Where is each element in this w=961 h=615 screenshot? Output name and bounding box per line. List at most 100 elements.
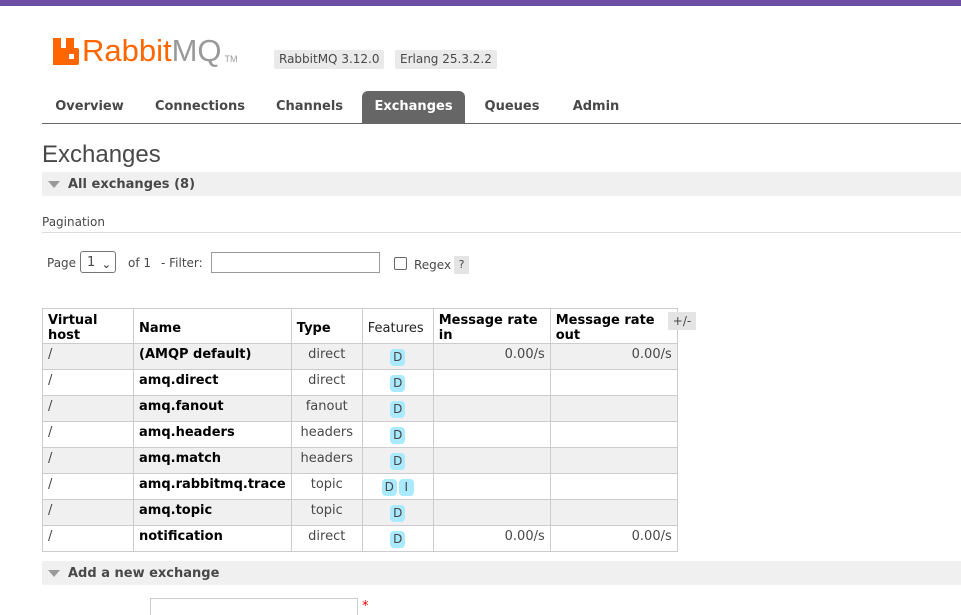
required-marker: * — [362, 599, 369, 614]
filter-input[interactable] — [211, 252, 380, 273]
type-cell: topic — [290, 499, 363, 526]
rate-in-cell — [432, 369, 551, 396]
rate-out-cell: 0.00/s — [549, 525, 678, 552]
add-exchange-heading: Add a new exchange — [68, 565, 220, 581]
feature-badge: D — [390, 505, 406, 522]
features-cell: D — [361, 395, 434, 422]
exchange-name-link[interactable]: amq.direct — [133, 369, 292, 396]
column-header-type[interactable]: Type — [290, 308, 363, 344]
page-title: Exchanges — [42, 141, 161, 168]
feature-badge: D — [390, 349, 406, 366]
features-cell: DI — [361, 473, 434, 500]
rate-out-cell — [549, 395, 678, 422]
exchange-name-link[interactable]: amq.topic — [133, 499, 292, 526]
features-cell: D — [361, 369, 434, 396]
exchange-name-link[interactable]: notification — [133, 525, 292, 552]
rate-out-cell: 0.00/s — [549, 343, 678, 370]
column-header-vhost[interactable]: Virtual host — [42, 308, 134, 344]
add-exchange-section-toggle[interactable]: Add a new exchange — [42, 561, 961, 585]
feature-badge: I — [398, 479, 414, 496]
type-cell: headers — [290, 421, 363, 448]
table-row: / (AMQP default) direct D 0.00/s 0.00/s — [42, 343, 678, 370]
type-cell: headers — [290, 447, 363, 474]
rate-out-cell — [549, 447, 678, 474]
tab-channels[interactable]: Channels — [267, 91, 352, 123]
vhost-cell: / — [42, 343, 134, 370]
page-count-label: of 1 — [128, 256, 152, 270]
table-row: / amq.match headers D — [42, 447, 678, 474]
rate-in-cell: 0.00/s — [432, 343, 551, 370]
regex-label: Regex — [414, 258, 452, 272]
vhost-cell: / — [42, 525, 134, 552]
rabbitmq-version-badge: RabbitMQ 3.12.0 — [274, 50, 385, 69]
regex-help-button[interactable]: ? — [454, 256, 469, 274]
exchange-name-link[interactable]: amq.match — [133, 447, 292, 474]
filter-label: - Filter: — [161, 256, 203, 270]
pagination-controls: Page 1 ⌄ of 1 - Filter: Regex ? — [47, 251, 487, 275]
tab-exchanges[interactable]: Exchanges — [362, 91, 465, 123]
rabbitmq-logo[interactable]: Rabbit MQ TM — [53, 32, 238, 68]
rate-in-cell — [432, 395, 551, 422]
regex-checkbox[interactable] — [394, 257, 407, 270]
exchange-name-input[interactable] — [150, 598, 358, 615]
column-header-rate-in[interactable]: Message rate in — [432, 308, 551, 344]
pagination-divider — [42, 232, 961, 233]
rate-in-cell — [432, 499, 551, 526]
vhost-cell: / — [42, 499, 134, 526]
top-accent-bar — [0, 0, 961, 6]
type-cell: direct — [290, 343, 363, 370]
vhost-cell: / — [42, 395, 134, 422]
table-row: / amq.direct direct D — [42, 369, 678, 396]
rate-in-cell — [432, 473, 551, 500]
rate-out-cell — [549, 499, 678, 526]
rate-out-cell — [549, 473, 678, 500]
exchange-name-link[interactable]: (AMQP default) — [133, 343, 292, 370]
type-cell: topic — [290, 473, 363, 500]
column-header-name[interactable]: Name — [133, 308, 292, 344]
column-toggle-button[interactable]: +/- — [668, 312, 696, 330]
type-cell: fanout — [290, 395, 363, 422]
table-row: / amq.fanout fanout D — [42, 395, 678, 422]
tab-connections[interactable]: Connections — [146, 91, 254, 123]
feature-badge: D — [390, 401, 406, 418]
type-cell: direct — [290, 525, 363, 552]
exchanges-table: Virtual host Name Type Features Message … — [42, 308, 678, 552]
vhost-cell: / — [42, 447, 134, 474]
all-exchanges-section-toggle[interactable]: All exchanges (8) — [42, 172, 961, 196]
collapse-triangle-icon — [48, 180, 60, 188]
features-cell: D — [361, 499, 434, 526]
exchange-name-link[interactable]: amq.rabbitmq.trace — [133, 473, 292, 500]
pagination-label: Pagination — [42, 215, 105, 229]
page-select-value: 1 — [87, 255, 96, 270]
exchange-name-link[interactable]: amq.headers — [133, 421, 292, 448]
logo-text-rabbit: Rabbit — [82, 33, 172, 68]
vhost-cell: / — [42, 421, 134, 448]
type-cell: direct — [290, 369, 363, 396]
features-cell: D — [361, 525, 434, 552]
features-cell: D — [361, 421, 434, 448]
collapse-triangle-icon — [48, 569, 60, 577]
page-select[interactable]: 1 ⌄ — [80, 251, 116, 273]
rate-in-cell: 0.00/s — [432, 525, 551, 552]
tab-overview[interactable]: Overview — [46, 91, 133, 123]
tab-admin[interactable]: Admin — [562, 91, 630, 123]
features-cell: D — [361, 447, 434, 474]
feature-badge: D — [390, 375, 406, 392]
logo-trademark: TM — [224, 54, 238, 64]
tab-queues[interactable]: Queues — [475, 91, 549, 123]
table-row: / amq.rabbitmq.trace topic D I — [42, 473, 678, 500]
vhost-cell: / — [42, 473, 134, 500]
column-header-rate-out[interactable]: Message rate out — [549, 308, 678, 344]
features-cell: D — [361, 343, 434, 370]
chevron-down-icon: ⌄ — [101, 258, 111, 271]
table-row: / amq.headers headers D — [42, 421, 678, 448]
rate-out-cell — [549, 421, 678, 448]
table-row: / amq.topic topic D — [42, 499, 678, 526]
erlang-version-badge: Erlang 25.3.2.2 — [395, 50, 497, 69]
feature-badge: D — [390, 531, 406, 548]
rate-in-cell — [432, 421, 551, 448]
main-nav-tabs: Overview Connections Channels Exchanges … — [42, 91, 961, 124]
exchange-name-link[interactable]: amq.fanout — [133, 395, 292, 422]
rate-in-cell — [432, 447, 551, 474]
all-exchanges-heading: All exchanges (8) — [68, 176, 196, 192]
